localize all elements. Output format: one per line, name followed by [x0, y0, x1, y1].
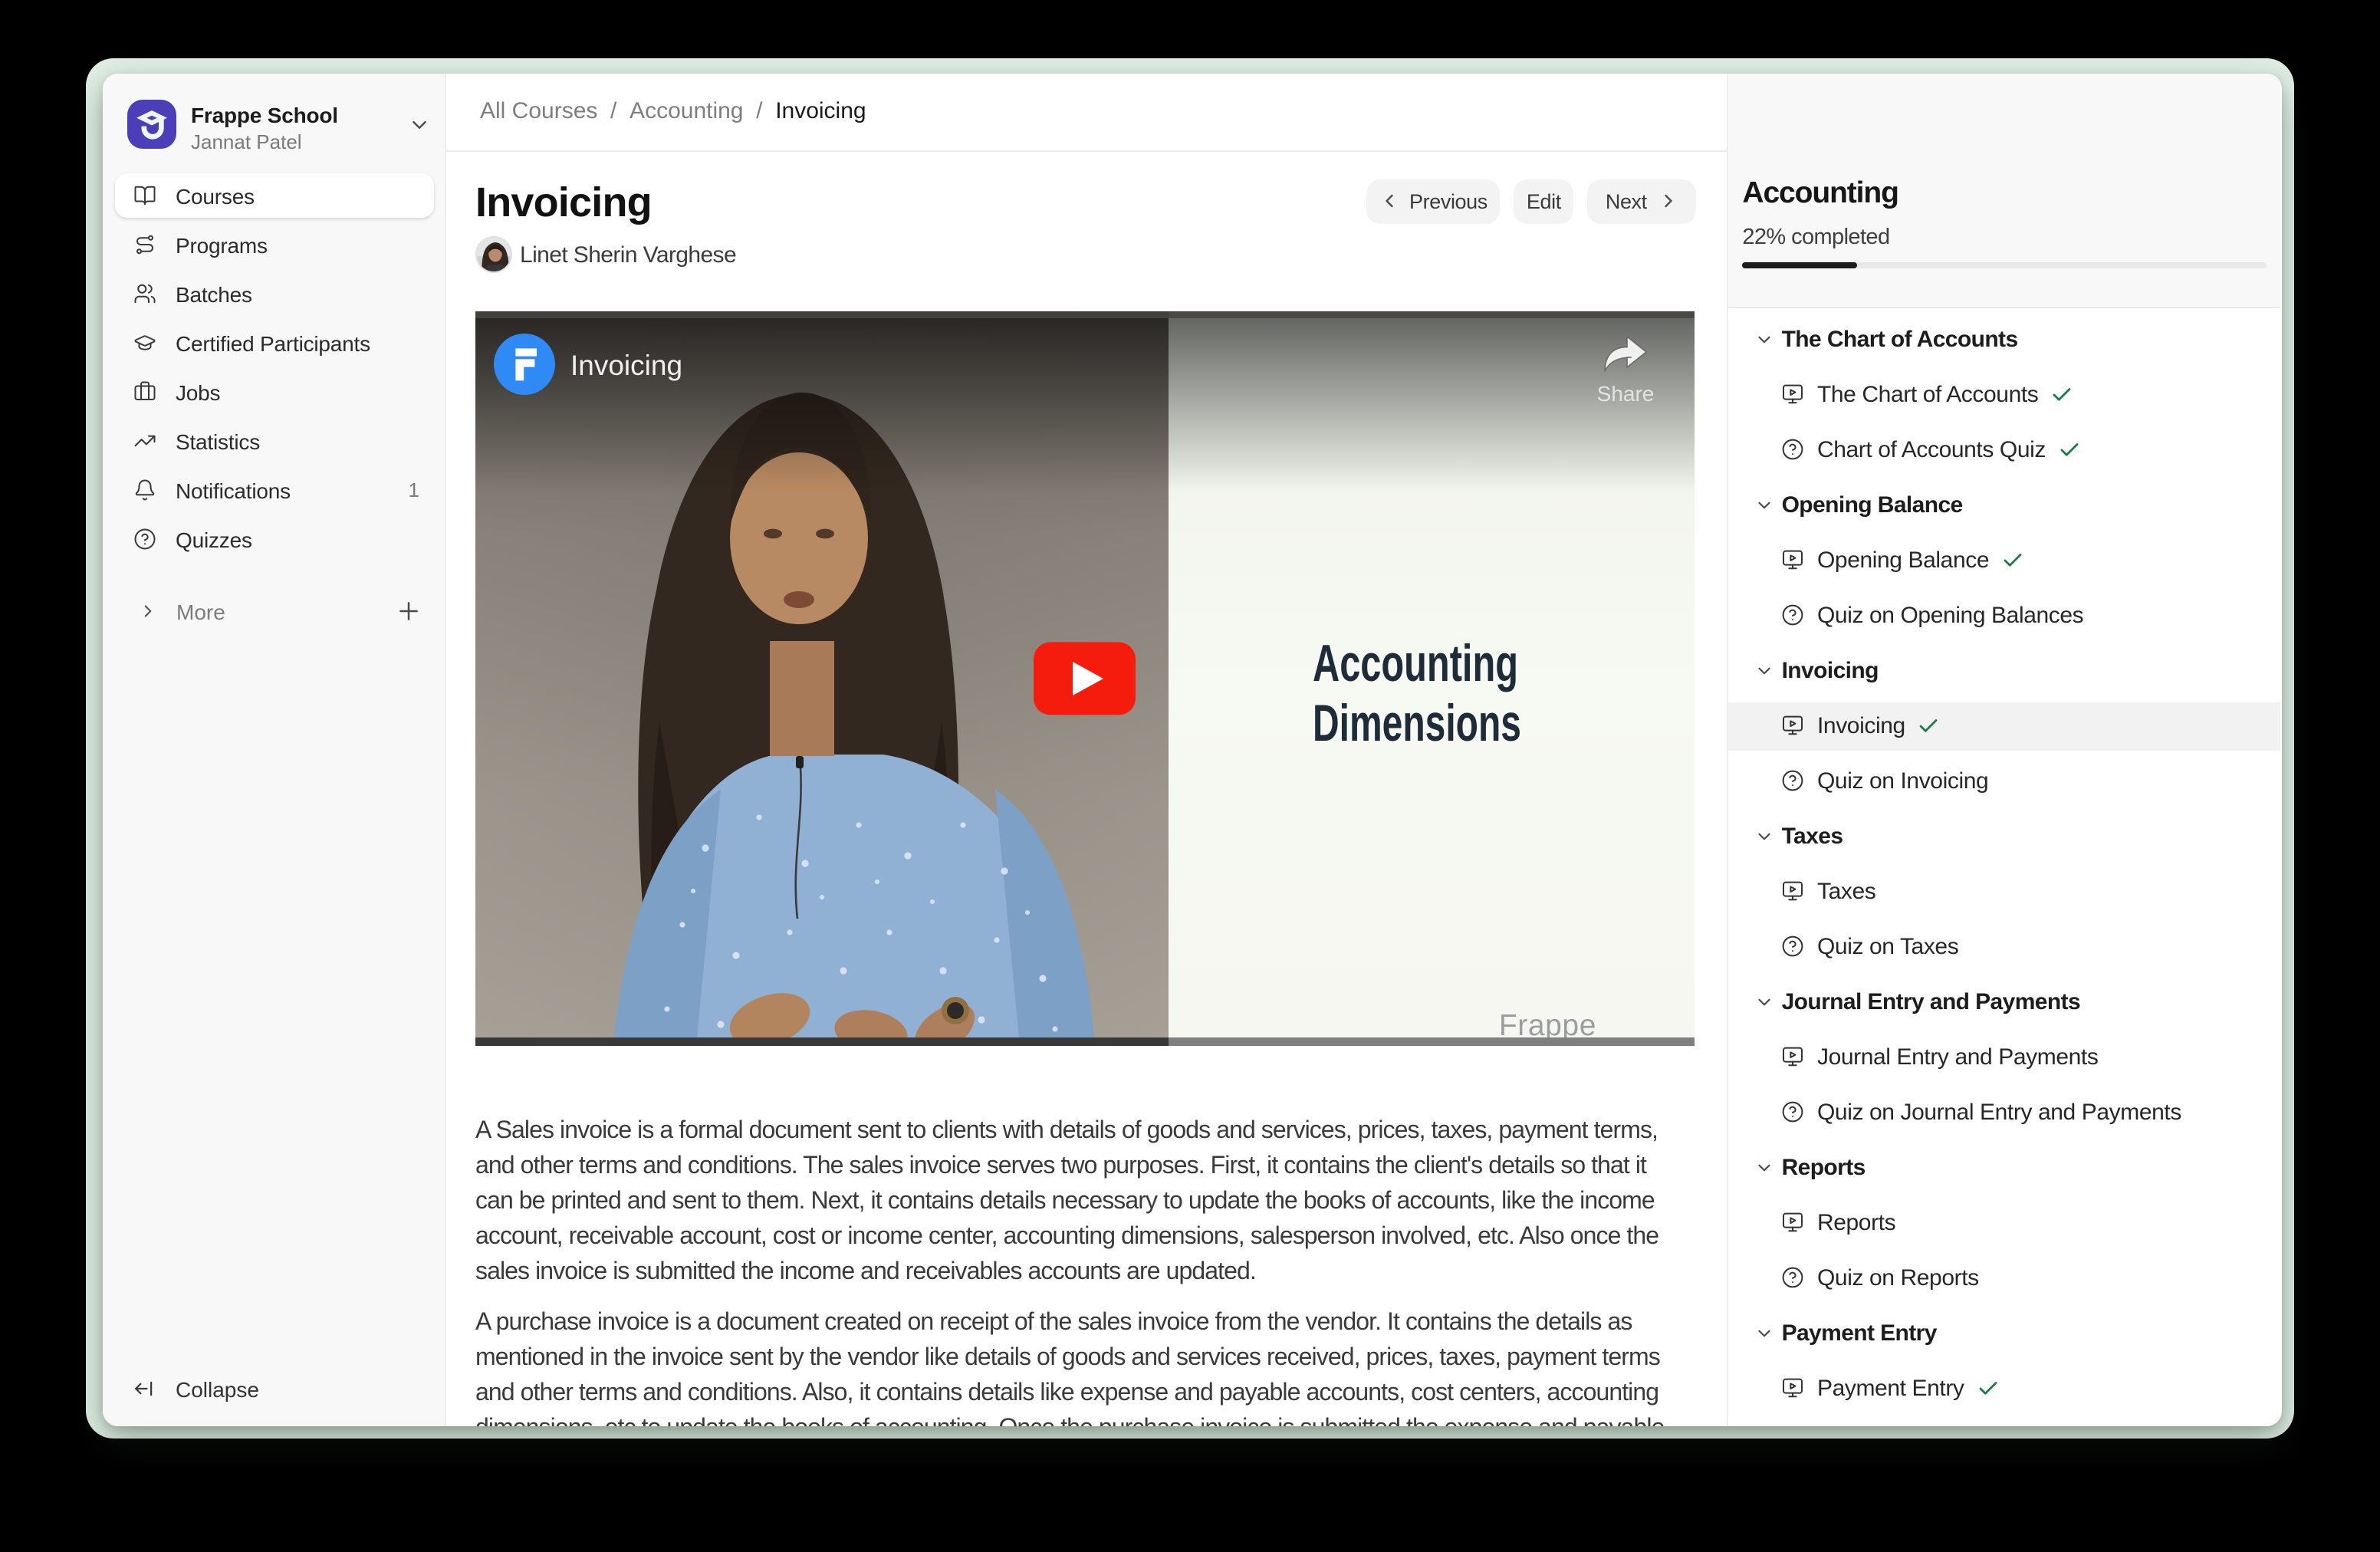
svg-text:Invoicing: Invoicing	[570, 350, 682, 381]
svg-text:Accounting: Accounting	[1313, 634, 1518, 692]
svg-text:Frappe: Frappe	[1499, 1009, 1596, 1042]
svg-text:Dimensions: Dimensions	[1313, 694, 1521, 752]
svg-text:Share: Share	[1597, 382, 1655, 406]
